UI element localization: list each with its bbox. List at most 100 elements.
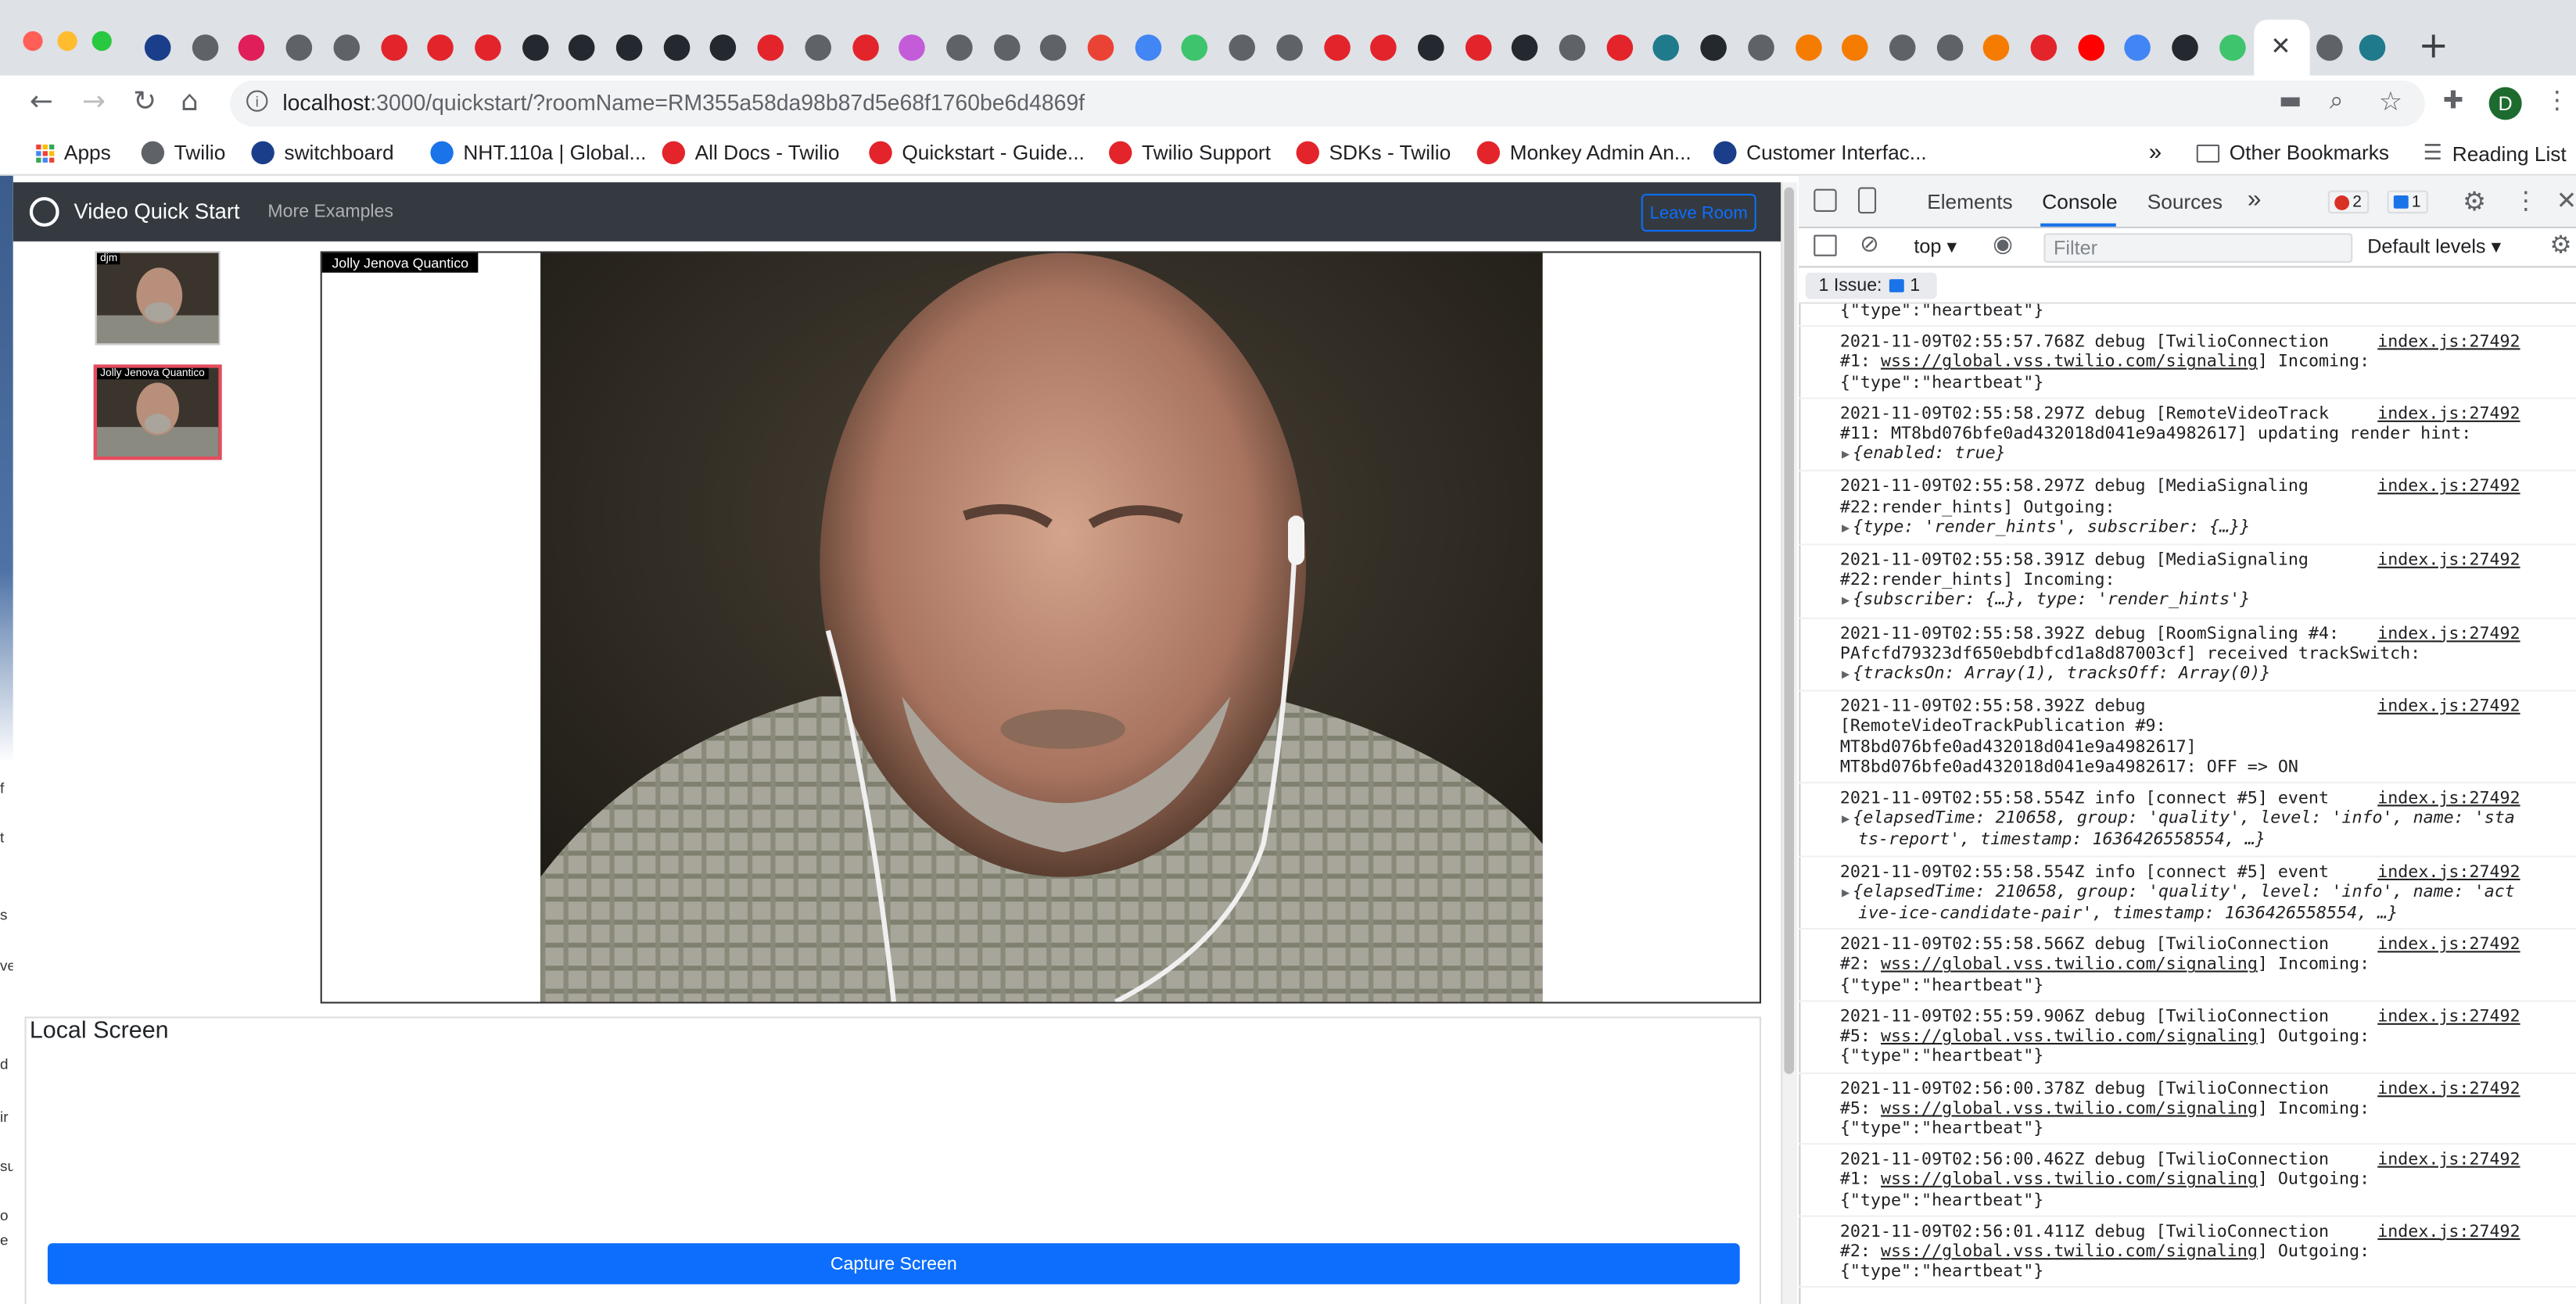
tab-favicon-icon[interactable] <box>1417 34 1444 61</box>
tab-console[interactable]: Console <box>2042 191 2117 213</box>
tab-elements[interactable]: Elements <box>1927 191 2012 213</box>
tab-favicon-icon[interactable] <box>2077 34 2104 61</box>
console-entry[interactable]: index.js:27492 2021-11-09T02:55:59.906Z d… <box>1799 1001 2576 1073</box>
extensions-icon[interactable]: ✚ <box>2443 85 2463 115</box>
console-object-preview[interactable]: ▶ {subscriber: {…}, type: 'render_hints'} <box>1840 590 2250 610</box>
console-entry[interactable]: index.js:27492 2021-11-09T02:55:58.566Z d… <box>1799 930 2576 1002</box>
console-entry[interactable]: index.js:27492 2021-11-09T02:55:58.297Z d… <box>1799 472 2576 546</box>
console-entry[interactable]: index.js:27492 2021-11-09T02:56:00.378Z d… <box>1799 1073 2576 1145</box>
log-levels-dropdown[interactable]: Default levels ▾ <box>2367 235 2501 257</box>
more-examples-link[interactable]: More Examples <box>267 202 393 221</box>
tab-favicon-icon[interactable] <box>2030 34 2058 61</box>
bookmark-star-icon[interactable]: ☆ <box>2379 85 2402 116</box>
tab-favicon-icon[interactable] <box>1087 34 1114 61</box>
tab-favicon-icon[interactable] <box>1700 34 1727 61</box>
console-object-preview[interactable]: ▶ {enabled: true} <box>1840 444 2006 464</box>
console-settings-icon[interactable]: ⚙ <box>2549 230 2571 260</box>
tab-favicon-icon[interactable] <box>2219 34 2246 61</box>
back-icon[interactable]: ← <box>30 85 53 118</box>
tab-favicon-icon[interactable] <box>663 34 690 61</box>
console-source-link[interactable]: index.js:27492 <box>2377 332 2520 353</box>
console-entry[interactable]: index.js:27492 2021-11-09T02:55:58.554Z i… <box>1799 857 2576 930</box>
console-entry-partial[interactable]: {"type":"heartbeat"} <box>1799 304 2576 328</box>
console-entry[interactable]: index.js:27492 2021-11-09T02:55:58.391Z d… <box>1799 546 2576 619</box>
error-count-badge[interactable]: 2 <box>2327 190 2369 214</box>
console-source-link[interactable]: index.js:27492 <box>2377 1007 2520 1027</box>
bookmark-item[interactable]: Twilio <box>141 141 225 165</box>
expand-triangle-icon[interactable]: ▶ <box>1842 521 1849 536</box>
tab-favicon-icon[interactable] <box>804 34 831 61</box>
camera-icon[interactable]: ▬ <box>2279 85 2302 115</box>
console-source-link[interactable]: index.js:27492 <box>2377 1150 2520 1170</box>
tab-favicon-icon[interactable] <box>1606 34 1633 61</box>
bookmark-item[interactable]: NHT.110a | Global... <box>430 141 646 165</box>
tab-favicon-icon[interactable] <box>1795 34 1821 61</box>
browser-menu-icon[interactable]: ⋮ <box>2545 85 2570 115</box>
tab-favicon-icon[interactable] <box>1229 34 1256 61</box>
participant-thumbnail[interactable]: djm <box>95 251 221 346</box>
tab-favicon-icon[interactable] <box>474 34 501 61</box>
tab-favicon-icon[interactable] <box>993 34 1020 61</box>
console-source-link[interactable]: index.js:27492 <box>2377 1078 2520 1098</box>
site-info-icon[interactable]: i <box>246 90 268 112</box>
tab-favicon-icon[interactable] <box>852 34 878 61</box>
console-log-list[interactable]: {"type":"heartbeat"} index.js:27492 2021-… <box>1799 304 2576 1304</box>
tab-favicon-icon[interactable] <box>1889 34 1916 61</box>
console-url-link[interactable]: wss://global.vss.twilio.com/signaling <box>1881 352 2258 371</box>
minimize-window-button[interactable] <box>57 30 77 52</box>
zoom-icon[interactable]: ⌕ <box>2330 85 2344 115</box>
console-entry[interactable]: index.js:27492 2021-11-09T02:55:58.392Z d… <box>1799 618 2576 692</box>
inspect-element-icon[interactable] <box>1814 188 1837 212</box>
tab-favicon-icon[interactable] <box>2172 34 2199 61</box>
console-source-link[interactable]: index.js:27492 <box>2377 624 2520 644</box>
home-icon[interactable]: ⌂ <box>181 85 199 118</box>
console-url-link[interactable]: wss://global.vss.twilio.com/signaling <box>1881 1098 2258 1118</box>
settings-gear-icon[interactable]: ⚙ <box>2463 185 2486 217</box>
bookmark-item[interactable]: Quickstart - Guide... <box>869 141 1085 165</box>
device-toolbar-icon[interactable] <box>1857 187 1877 214</box>
tab-favicon-icon[interactable] <box>615 34 643 61</box>
sidebar-toggle-icon[interactable] <box>1814 235 1837 256</box>
console-source-link[interactable]: index.js:27492 <box>2377 477 2520 497</box>
console-url-link[interactable]: wss://global.vss.twilio.com/signaling <box>1881 955 2258 975</box>
main-video[interactable] <box>540 253 1543 1002</box>
leave-room-button[interactable]: Leave Room <box>1641 193 1756 232</box>
expand-triangle-icon[interactable]: ▶ <box>1842 667 1849 682</box>
devtools-menu-icon[interactable]: ⋮ <box>2513 185 2538 215</box>
tab-favicon-icon[interactable] <box>757 34 784 61</box>
bookmark-item[interactable]: switchboard <box>251 141 394 165</box>
console-source-link[interactable]: index.js:27492 <box>2377 1221 2520 1241</box>
reading-list[interactable]: ☰ Reading List <box>2424 142 2567 167</box>
console-source-link[interactable]: index.js:27492 <box>2377 550 2520 571</box>
console-object-preview[interactable]: ▶ {elapsedTime: 210658, group: 'quality',… <box>1840 808 2515 828</box>
tab-favicon-icon[interactable] <box>333 34 360 61</box>
tab-favicon-icon[interactable] <box>1747 34 1774 61</box>
bookmark-item[interactable]: Customer Interfac... <box>1713 141 1927 165</box>
other-bookmarks[interactable]: Other Bookmarks <box>2196 142 2389 164</box>
tab-favicon-icon[interactable] <box>945 34 973 61</box>
console-source-link[interactable]: index.js:27492 <box>2377 862 2520 882</box>
expand-triangle-icon[interactable]: ▶ <box>1842 885 1849 900</box>
profile-avatar[interactable]: D <box>2488 87 2522 120</box>
console-source-link[interactable]: index.js:27492 <box>2377 788 2520 808</box>
console-entry[interactable]: index.js:27492 2021-11-09T02:55:57.768Z d… <box>1799 327 2576 399</box>
console-source-link[interactable]: index.js:27492 <box>2377 697 2520 717</box>
bookmark-item[interactable]: Monkey Admin An... <box>1476 141 1692 165</box>
url-text[interactable]: localhost:3000/quickstart/?roomName=RM35… <box>282 91 1085 116</box>
console-url-link[interactable]: wss://global.vss.twilio.com/signaling <box>1881 1170 2258 1189</box>
console-entry[interactable]: index.js:27492 2021-11-09T02:56:01.411Z d… <box>1799 1216 2576 1288</box>
tab-favicon-icon[interactable] <box>285 34 313 61</box>
tab-favicon-icon[interactable] <box>1323 34 1350 61</box>
console-source-link[interactable]: index.js:27492 <box>2377 935 2520 955</box>
tab-sources[interactable]: Sources <box>2147 191 2223 213</box>
console-entry[interactable]: index.js:27492 2021-11-09T02:55:58.392Z d… <box>1799 692 2576 784</box>
info-count-badge[interactable]: 1 <box>2387 190 2428 214</box>
brand-title[interactable]: Video Quick Start <box>74 199 240 224</box>
new-tab-icon[interactable]: + <box>2418 27 2449 68</box>
more-tabs-icon[interactable]: » <box>2248 185 2262 213</box>
page-scrollbar-thumb[interactable] <box>1784 187 1795 1074</box>
participant-thumbnail-selected[interactable]: Jolly Jenova Quantico <box>93 364 222 460</box>
reload-icon[interactable]: ↻ <box>133 85 156 118</box>
expand-triangle-icon[interactable]: ▶ <box>1842 593 1849 608</box>
expand-triangle-icon[interactable]: ▶ <box>1842 811 1849 826</box>
